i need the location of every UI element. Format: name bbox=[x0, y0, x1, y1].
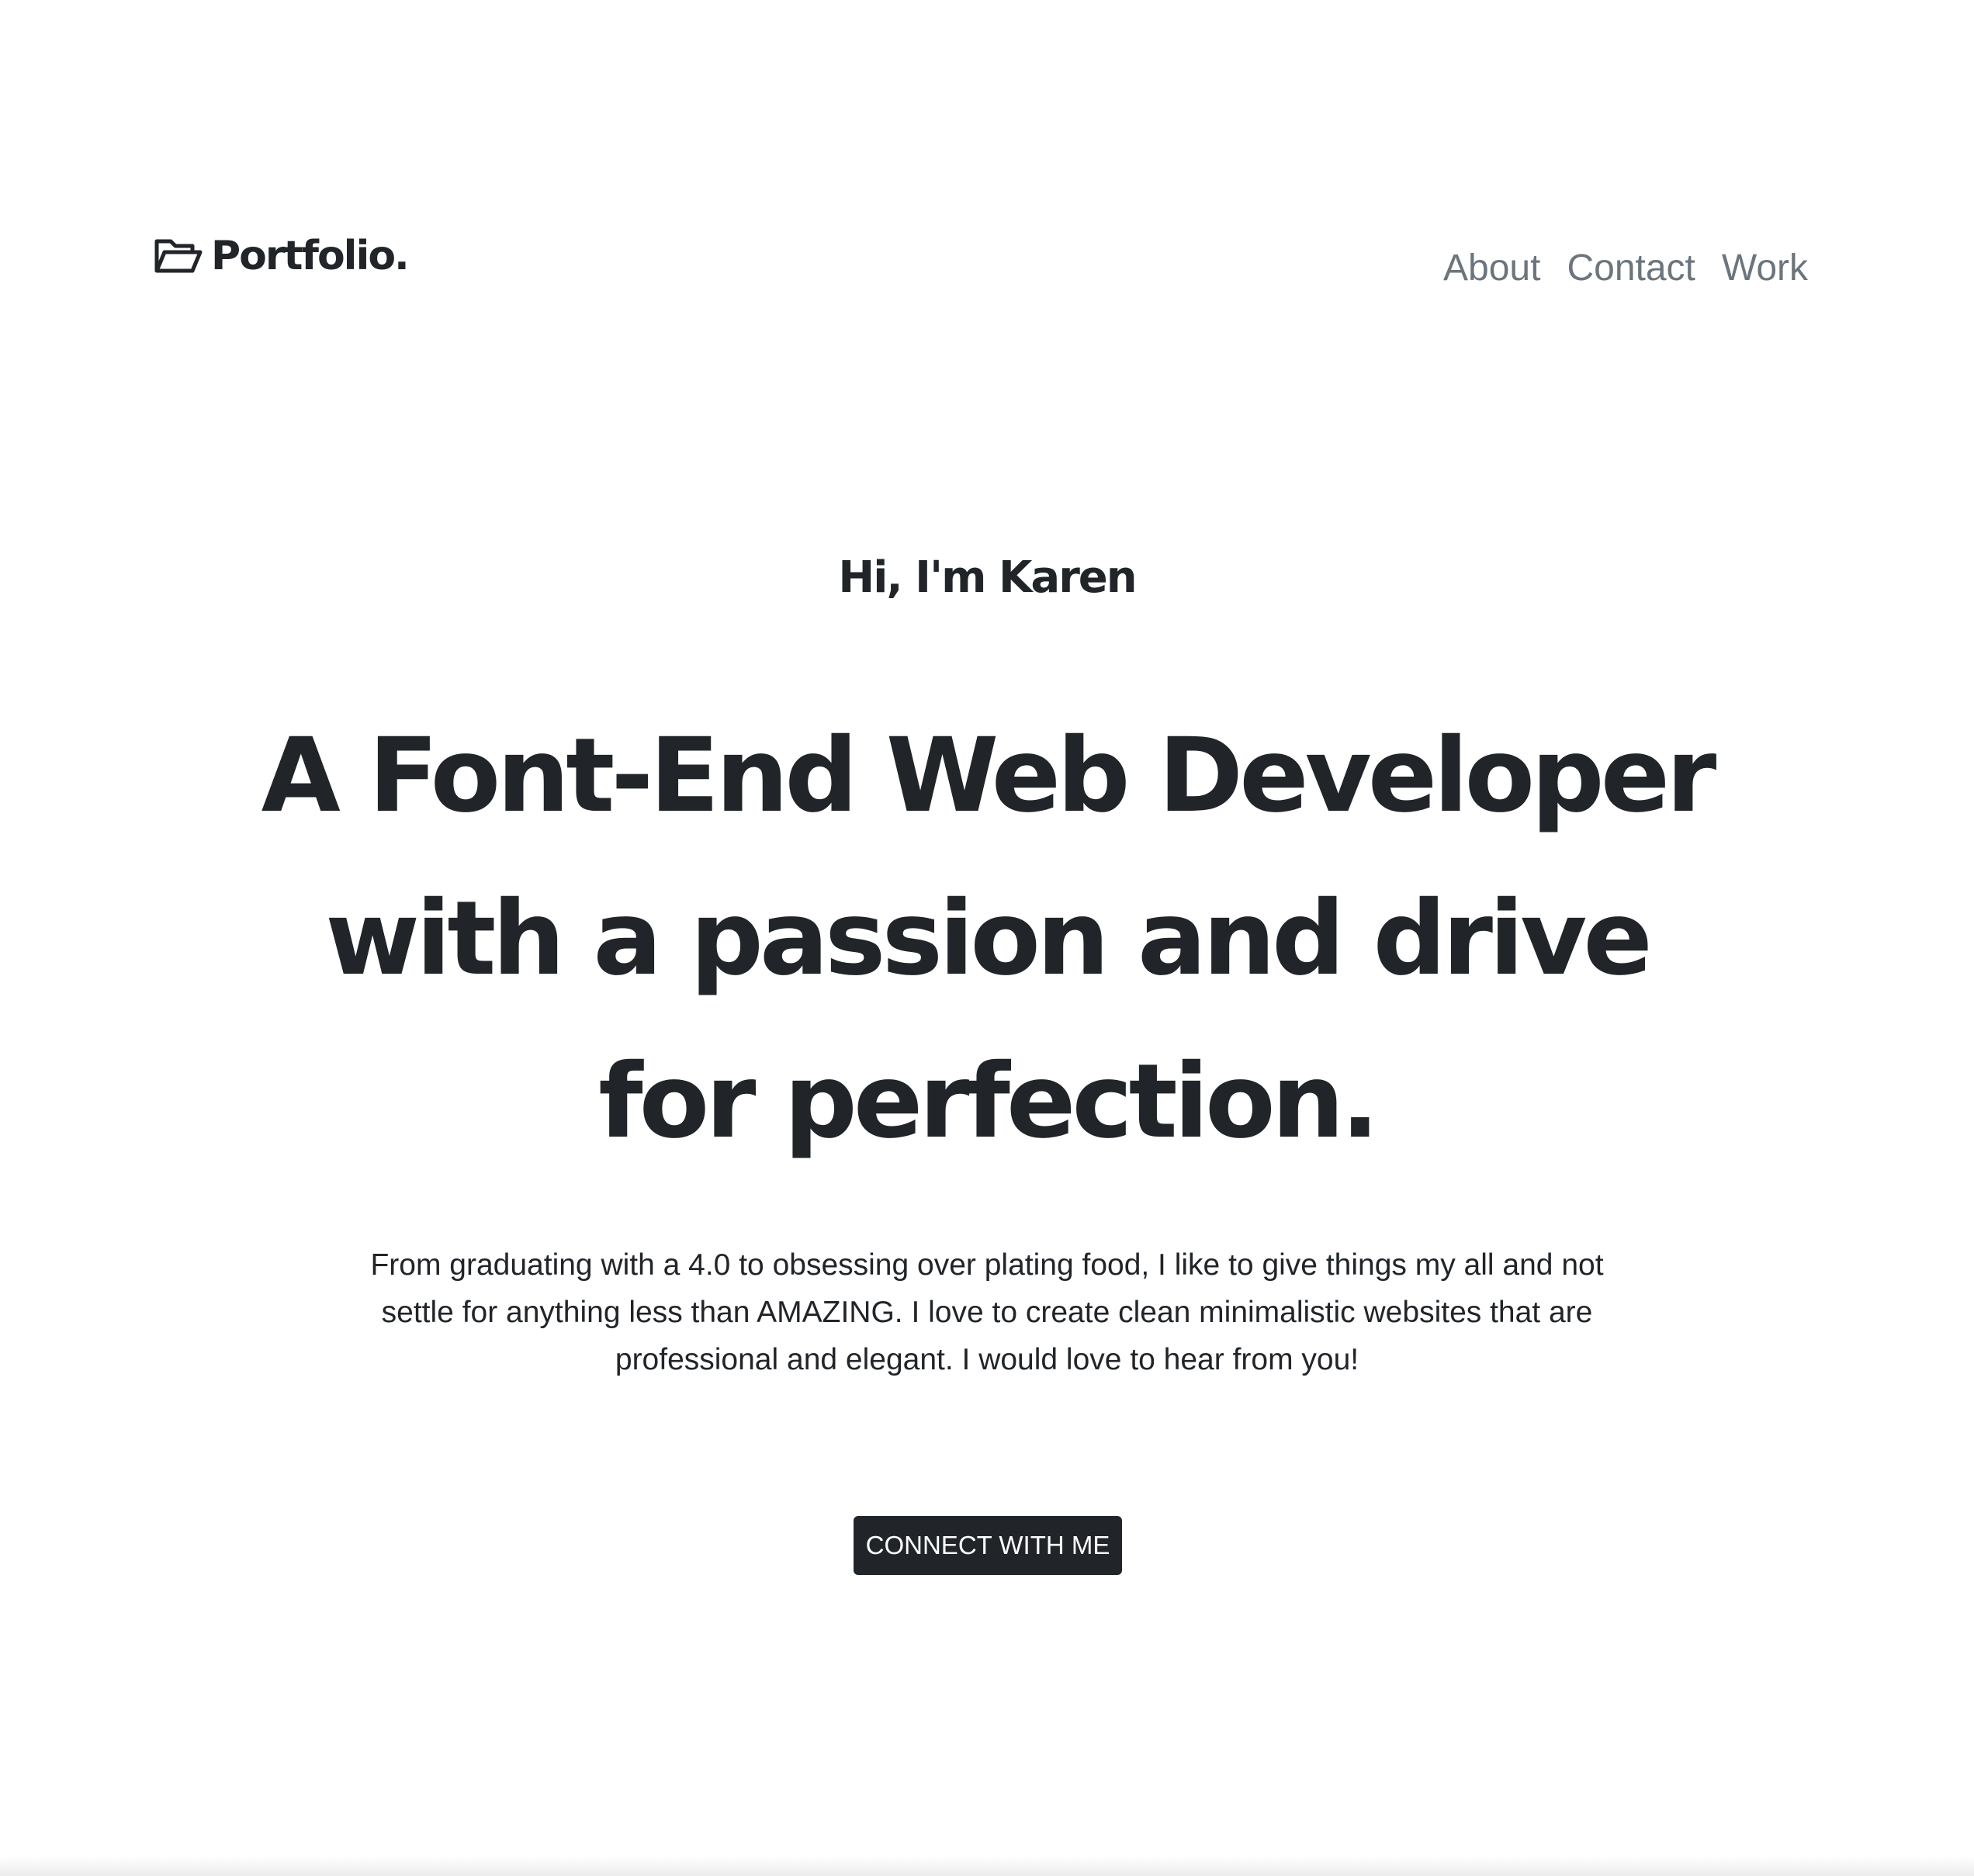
folder-open-icon bbox=[154, 237, 203, 275]
nav-links: About Contact Work bbox=[1443, 247, 1808, 289]
brand-link[interactable]: Portfolio. bbox=[154, 233, 410, 279]
headline: A Font-End Web Developer with a passion … bbox=[261, 716, 1717, 1161]
connect-button[interactable]: CONNECT WITH ME bbox=[854, 1516, 1122, 1575]
greeting: Hi, I'm Karen bbox=[838, 552, 1137, 603]
nav-link-contact[interactable]: Contact bbox=[1567, 247, 1695, 289]
nav-link-about[interactable]: About bbox=[1443, 247, 1540, 289]
navbar: Portfolio. About Contact Work bbox=[0, 0, 1974, 543]
brand-text: Portfolio. bbox=[211, 233, 410, 279]
nav-link-work[interactable]: Work bbox=[1722, 247, 1808, 289]
hero-description: From graduating with a 4.0 to obsessing … bbox=[370, 1248, 1604, 1376]
page-bottom-edge bbox=[0, 1856, 1974, 1876]
